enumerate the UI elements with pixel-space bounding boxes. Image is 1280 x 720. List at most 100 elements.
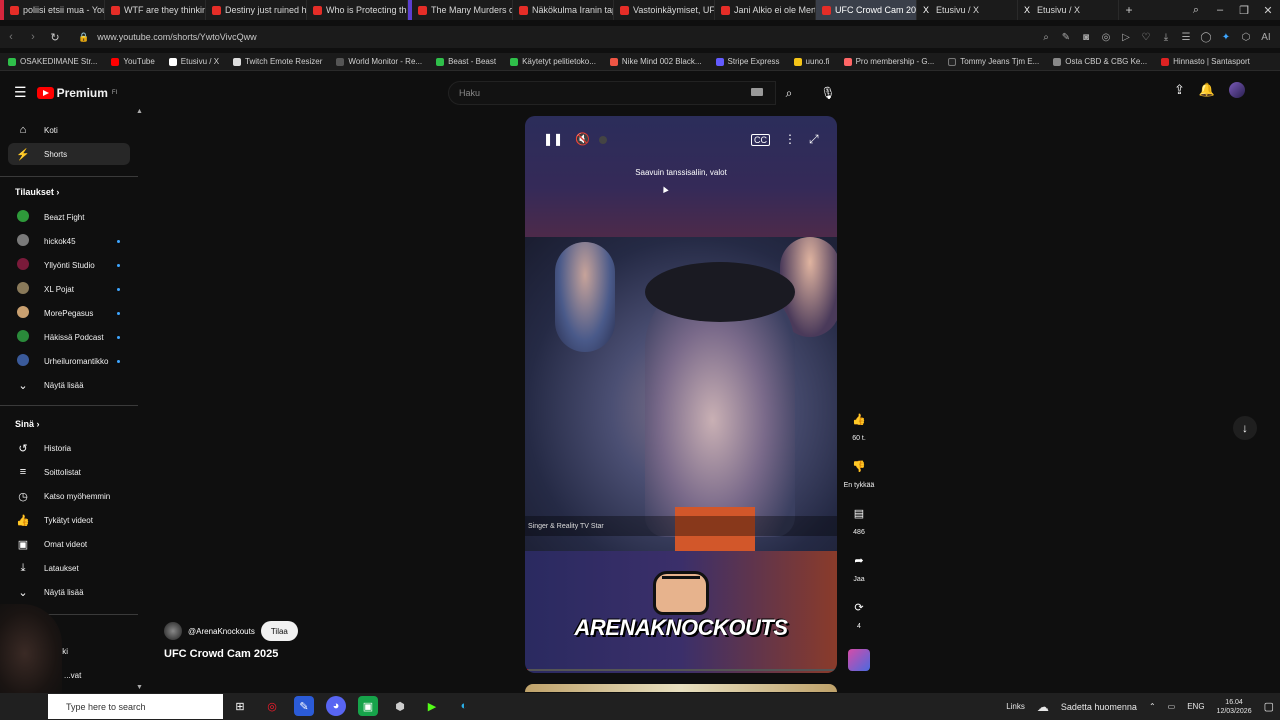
zoom-icon[interactable]: ⌕ xyxy=(1038,32,1054,43)
sidebar-item-home[interactable]: ⌂ Koti xyxy=(8,119,130,141)
browser-tab[interactable]: The Many Murders of xyxy=(412,0,513,20)
browser-tab[interactable]: WTF are they thinking xyxy=(105,0,206,20)
weather-text[interactable]: Sadetta huomenna xyxy=(1061,702,1137,712)
sidebar-item-playlists[interactable]: ≡ Soittolistat xyxy=(8,461,130,483)
browser-tab-active[interactable]: UFC Crowd Cam 2025 xyxy=(816,0,917,20)
video-progress-bar[interactable] xyxy=(525,669,837,671)
fullscreen-icon[interactable]: ⤢ xyxy=(809,132,819,147)
heart-icon[interactable]: ♡ xyxy=(1138,32,1154,43)
youtube-premium-logo[interactable]: Premium FI xyxy=(36,86,117,100)
profile-icon[interactable]: ◯ xyxy=(1198,32,1214,43)
subscription-item[interactable]: Yllyönti Studio xyxy=(8,254,130,276)
back-icon[interactable]: ‹ xyxy=(0,31,22,43)
new-tab-button[interactable]: + xyxy=(1119,3,1139,17)
voice-search-button[interactable]: 🎙 xyxy=(816,81,840,105)
bookmark[interactable]: YouTube xyxy=(111,57,155,66)
subscribe-button[interactable]: Tilaa xyxy=(260,621,298,641)
show-more-subscriptions[interactable]: ⌄ Näytä lisää xyxy=(8,374,130,396)
bell-icon[interactable]: 🔔 xyxy=(1199,82,1215,98)
bookmark[interactable]: Etusivu / X xyxy=(168,57,219,66)
edge-icon[interactable]: ◐ xyxy=(454,696,474,716)
extension-icon[interactable]: ✦ xyxy=(1218,32,1234,43)
share-action[interactable]: ➦ Jaa xyxy=(842,548,876,584)
subscription-item[interactable]: Häkissä Podcast xyxy=(8,326,130,348)
notification-icon[interactable]: ▢ xyxy=(1264,700,1274,713)
minimize-icon[interactable]: – xyxy=(1208,4,1232,16)
forward-icon[interactable]: › xyxy=(22,31,44,43)
show-more-you[interactable]: ⌄ Näytä lisää xyxy=(8,581,130,603)
task-view-icon[interactable]: ⊞ xyxy=(230,696,250,716)
menu-icon[interactable]: ☰ xyxy=(14,84,27,101)
bookmark[interactable]: Nike Mind 002 Black... xyxy=(609,57,702,66)
language-indicator[interactable]: ENG xyxy=(1187,702,1204,711)
sidebar-item-liked[interactable]: 👍 Tykätyt videot xyxy=(8,509,130,531)
sidebar-item-history[interactable]: ↺ Historia xyxy=(8,437,130,459)
bookmark[interactable]: uuno.fi xyxy=(793,57,830,66)
scroll-up-icon[interactable]: ▲ xyxy=(136,108,143,115)
network-icon[interactable]: ▭ xyxy=(1168,702,1176,711)
next-short-preview[interactable] xyxy=(525,684,837,692)
browser-tab[interactable]: Destiny just ruined hi xyxy=(206,0,307,20)
audio-thumbnail[interactable] xyxy=(842,649,876,671)
subscription-item[interactable]: XL Pojat xyxy=(8,278,130,300)
browser-tab[interactable]: Etusivu / X xyxy=(917,0,1018,20)
kick-icon[interactable]: ▶ xyxy=(422,696,442,716)
bookmark[interactable]: Stripe Express xyxy=(715,57,780,66)
download-icon[interactable]: ⤓ xyxy=(1158,32,1174,43)
bookmark[interactable]: Osta CBD & CBG Ke... xyxy=(1053,57,1147,66)
keyboard-icon[interactable] xyxy=(751,88,763,96)
shorts-player[interactable]: Singer & Reality TV Star ARENAKNOCKOUTS … xyxy=(525,116,837,673)
chevron-up-icon[interactable]: ⌃ xyxy=(1149,702,1156,711)
play-icon[interactable]: ▷ xyxy=(1118,32,1134,43)
maximize-icon[interactable]: ❐ xyxy=(1232,4,1256,17)
search-input[interactable]: Haku xyxy=(448,81,776,105)
bookmark[interactable]: Tommy Jeans Tjm E... xyxy=(948,57,1039,66)
sidebar-item-downloads[interactable]: ⤓ Lataukset xyxy=(8,557,130,579)
bookmark[interactable]: OSAKEDIMANE Str... xyxy=(8,57,97,66)
bookmark[interactable]: Hinnasto | Santasport xyxy=(1161,57,1250,66)
subscription-item[interactable]: Beazt Fight xyxy=(8,206,130,228)
shield-app-icon[interactable]: ⬢ xyxy=(390,696,410,716)
browser-tab[interactable]: poliisi etsii mua - You xyxy=(4,0,105,20)
like-action[interactable]: 👍 60 t. xyxy=(842,407,876,443)
edit-icon[interactable]: ✎ xyxy=(1058,32,1074,43)
close-window-icon[interactable]: ✕ xyxy=(1256,4,1280,17)
mute-icon[interactable]: 🔇 xyxy=(575,132,590,146)
menu-list-icon[interactable]: ☰ xyxy=(1178,32,1194,43)
subscriptions-heading[interactable]: Tilaukset › xyxy=(15,187,59,197)
url-field[interactable]: 🔒 www.youtube.com/shorts/YwtoVivcQww xyxy=(78,32,257,43)
captions-icon[interactable]: CC xyxy=(751,134,770,146)
browser-tab[interactable]: Näkökulma Iranin tap xyxy=(513,0,614,20)
scroll-down-icon[interactable]: ▼ xyxy=(136,684,143,691)
remix-action[interactable]: ⟳ 4 xyxy=(842,595,876,631)
you-heading[interactable]: Sinä › xyxy=(15,419,40,429)
sidebar-item-shorts[interactable]: ⚡ Shorts xyxy=(8,143,130,165)
next-short-button[interactable]: ↓ xyxy=(1233,416,1257,440)
dislike-action[interactable]: 👎 En tykkää xyxy=(842,454,876,490)
weather-icon[interactable]: ☁ xyxy=(1037,700,1049,714)
volume-slider[interactable] xyxy=(599,136,607,144)
subscription-item[interactable]: Urheiluromantikko xyxy=(8,350,130,372)
subscription-item[interactable]: hickok45 xyxy=(8,230,130,252)
camera-icon[interactable]: ◙ xyxy=(1078,32,1094,43)
browser-tab[interactable]: Etusivu / X xyxy=(1018,0,1119,20)
sidebar-item-your-videos[interactable]: ▣ Omat videot xyxy=(8,533,130,555)
taskbar-search-input[interactable]: Type here to search xyxy=(48,694,223,719)
chat-app-icon[interactable]: ▣ xyxy=(358,696,378,716)
opera-icon[interactable]: ◎ xyxy=(262,696,282,716)
browser-tab[interactable]: Vastoinkäymiset, UFC xyxy=(614,0,715,20)
channel-name[interactable]: @ArenaKnockouts xyxy=(188,627,255,636)
browser-tab[interactable]: Who is Protecting the xyxy=(307,0,408,20)
bookmark[interactable]: World Monitor - Re... xyxy=(336,57,422,66)
cube-icon[interactable]: ⬡ xyxy=(1238,32,1254,43)
sidebar-item-watch-later[interactable]: ◷ Katso myöhemmin xyxy=(8,485,130,507)
app-icon[interactable]: ✎ xyxy=(294,696,314,716)
bookmark[interactable]: Pro membership - G... xyxy=(843,57,934,66)
subscription-item[interactable]: MorePegasus xyxy=(8,302,130,324)
upload-icon[interactable]: ⇪ xyxy=(1174,82,1185,98)
bookmark[interactable]: Twitch Emote Resizer xyxy=(233,57,322,66)
comments-action[interactable]: ▤ 486 xyxy=(842,501,876,537)
video-title[interactable]: UFC Crowd Cam 2025 xyxy=(164,648,278,660)
links-toolbar[interactable]: Links xyxy=(1006,702,1025,711)
reload-icon[interactable]: ↻ xyxy=(44,31,66,44)
